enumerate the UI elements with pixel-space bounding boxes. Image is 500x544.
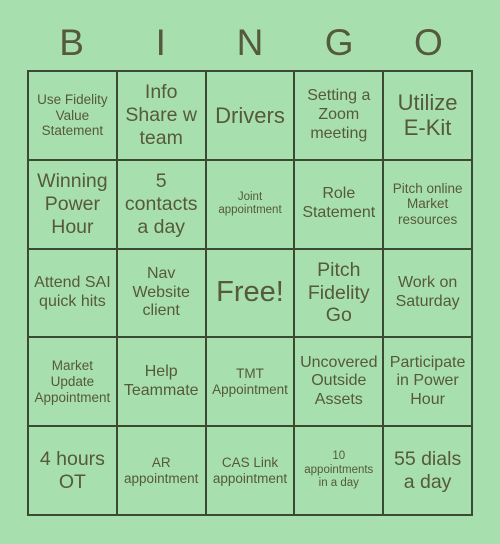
bingo-cell-label: Role Statement — [302, 185, 376, 222]
bingo-header-letter-b: B — [59, 21, 84, 63]
bingo-cell[interactable]: CAS Link appointment — [206, 427, 296, 516]
bingo-cell[interactable]: Setting a Zoom meeting — [295, 72, 385, 161]
bingo-cell-label: Uncovered Outside Assets — [300, 353, 378, 409]
bingo-cell-label: Utilize E-Kit — [397, 89, 458, 141]
bingo-cell-label: Use Fidelity Value Statement — [37, 91, 108, 139]
bingo-cell-label: 5 contacts a day — [124, 169, 198, 238]
bingo-cell-label: Help Teammate — [123, 363, 199, 399]
bingo-cell-label: Participate in Power Hour — [389, 353, 466, 409]
bingo-header-letter-n: N — [236, 21, 264, 63]
bingo-cell-label: 4 hours OT — [39, 447, 105, 493]
bingo-cell-label: Pitch Fidelity Go — [307, 258, 370, 327]
bingo-card: B I N G O Use Fidelity Value Statement In… — [0, 0, 500, 544]
bingo-header-letter-o: O — [414, 21, 443, 63]
bingo-cell[interactable]: Joint appointment — [206, 160, 296, 250]
bingo-cell[interactable]: Role Statement — [295, 160, 385, 250]
bingo-cell[interactable]: Winning Power Hour — [29, 160, 118, 250]
bingo-cell[interactable]: Utilize E-Kit — [384, 72, 473, 161]
bingo-grid: Use Fidelity Value Statement Info Share w… — [27, 70, 473, 516]
bingo-cell-label: CAS Link appointment — [212, 454, 288, 486]
bingo-cell[interactable]: Nav Website client — [117, 249, 207, 339]
bingo-header-letter-i: I — [155, 21, 166, 63]
bingo-cell-label: AR appointment — [124, 454, 199, 486]
bingo-cell[interactable]: Info Share w team — [117, 72, 207, 161]
bingo-cell[interactable]: Participate in Power Hour — [384, 338, 473, 428]
bingo-cell[interactable]: Work on Saturday — [384, 249, 473, 339]
bingo-cell-label: Attend SAI quick hits — [34, 274, 111, 310]
bingo-cell[interactable]: Drivers — [206, 72, 296, 161]
bingo-cell-label: Joint appointment — [218, 190, 282, 217]
bingo-cell-label: TMT Appointment — [212, 366, 288, 397]
bingo-cell[interactable]: 10 appointments in a day — [295, 427, 385, 516]
bingo-cell[interactable]: Use Fidelity Value Statement — [29, 72, 118, 161]
bingo-cell-label: Market Update Appointment — [34, 358, 111, 405]
bingo-cell-label: 55 dials a day — [393, 447, 462, 493]
bingo-cell-label: Drivers — [215, 102, 285, 128]
bingo-header-letter-g: G — [324, 21, 354, 63]
bingo-cell[interactable]: 4 hours OT — [29, 427, 118, 516]
bingo-cell[interactable]: AR appointment — [117, 427, 207, 516]
bingo-cell-label: Free! — [216, 276, 284, 309]
bingo-cell-free[interactable]: Free! — [206, 249, 296, 339]
bingo-cell-label: Setting a Zoom meeting — [307, 87, 371, 142]
bingo-cell[interactable]: Uncovered Outside Assets — [295, 338, 385, 428]
bingo-cell[interactable]: TMT Appointment — [206, 338, 296, 428]
bingo-cell[interactable]: Pitch Fidelity Go — [295, 249, 385, 339]
bingo-cell-label: Work on Saturday — [395, 274, 460, 310]
bingo-cell[interactable]: 5 contacts a day — [117, 160, 207, 250]
bingo-cell-label: Winning Power Hour — [37, 169, 108, 238]
bingo-cell[interactable]: Attend SAI quick hits — [29, 249, 118, 339]
bingo-cell-label: Nav Website client — [132, 264, 190, 320]
bingo-cell[interactable]: Help Teammate — [117, 338, 207, 428]
bingo-cell-label: Info Share w team — [125, 81, 197, 149]
bingo-cell-label: Pitch online Market resources — [392, 180, 463, 228]
bingo-header-row: B I N G O — [27, 14, 473, 70]
bingo-cell[interactable]: Pitch online Market resources — [384, 160, 473, 250]
bingo-cell[interactable]: Market Update Appointment — [29, 338, 118, 428]
bingo-cell-label: 10 appointments in a day — [304, 450, 374, 490]
bingo-cell[interactable]: 55 dials a day — [384, 427, 473, 516]
